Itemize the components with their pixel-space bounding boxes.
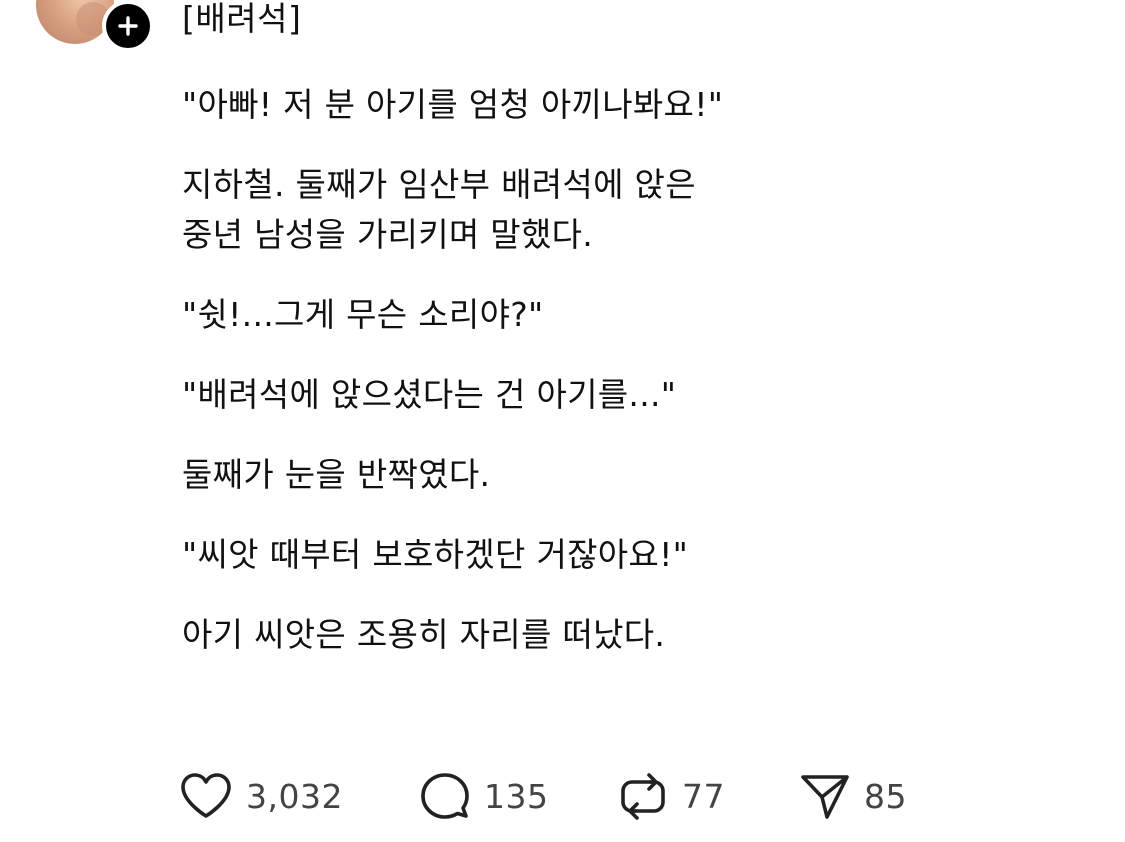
- post-paragraph: 아기 씨앗은 조용히 자리를 떠났다.: [182, 615, 666, 654]
- reply-count: 135: [484, 776, 549, 816]
- post-paragraph: 지하철. 둘째가 임산부 배려석에 앉은 중년 남성을 가리키며 말했다.: [182, 165, 696, 254]
- like-count: 3,032: [246, 776, 343, 816]
- reply-button[interactable]: 135: [420, 771, 618, 821]
- follow-button[interactable]: [102, 0, 154, 52]
- post-paragraph: 둘째가 눈을 반짝였다.: [182, 455, 491, 494]
- post-paragraph: "쉿!...그게 무슨 소리야?": [182, 295, 544, 334]
- post-paragraph: "아빠! 저 분 아기를 엄청 아끼나봐요!": [182, 85, 724, 124]
- share-count: 85: [864, 776, 907, 816]
- post-paragraph: "씨앗 때부터 보호하겠단 거잖아요!": [182, 535, 689, 574]
- share-button[interactable]: 85: [800, 771, 940, 821]
- post-paragraph: "배려석에 앉으셨다는 건 아기를...": [182, 375, 677, 414]
- repost-icon: [621, 773, 665, 820]
- speech-bubble-icon: [421, 773, 469, 819]
- post-body: "아빠! 저 분 아기를 엄청 아끼나봐요!" 지하철. 둘째가 임산부 배려석…: [182, 80, 1082, 690]
- heart-icon: [181, 773, 231, 818]
- repost-count: 77: [682, 776, 725, 816]
- send-icon: [801, 775, 849, 819]
- post-action-bar: 3,032 135 77 85: [180, 768, 940, 824]
- repost-button[interactable]: 77: [618, 771, 800, 821]
- plus-icon: [106, 4, 150, 48]
- like-button[interactable]: 3,032: [180, 772, 420, 820]
- post-title: [배려석]: [182, 0, 302, 38]
